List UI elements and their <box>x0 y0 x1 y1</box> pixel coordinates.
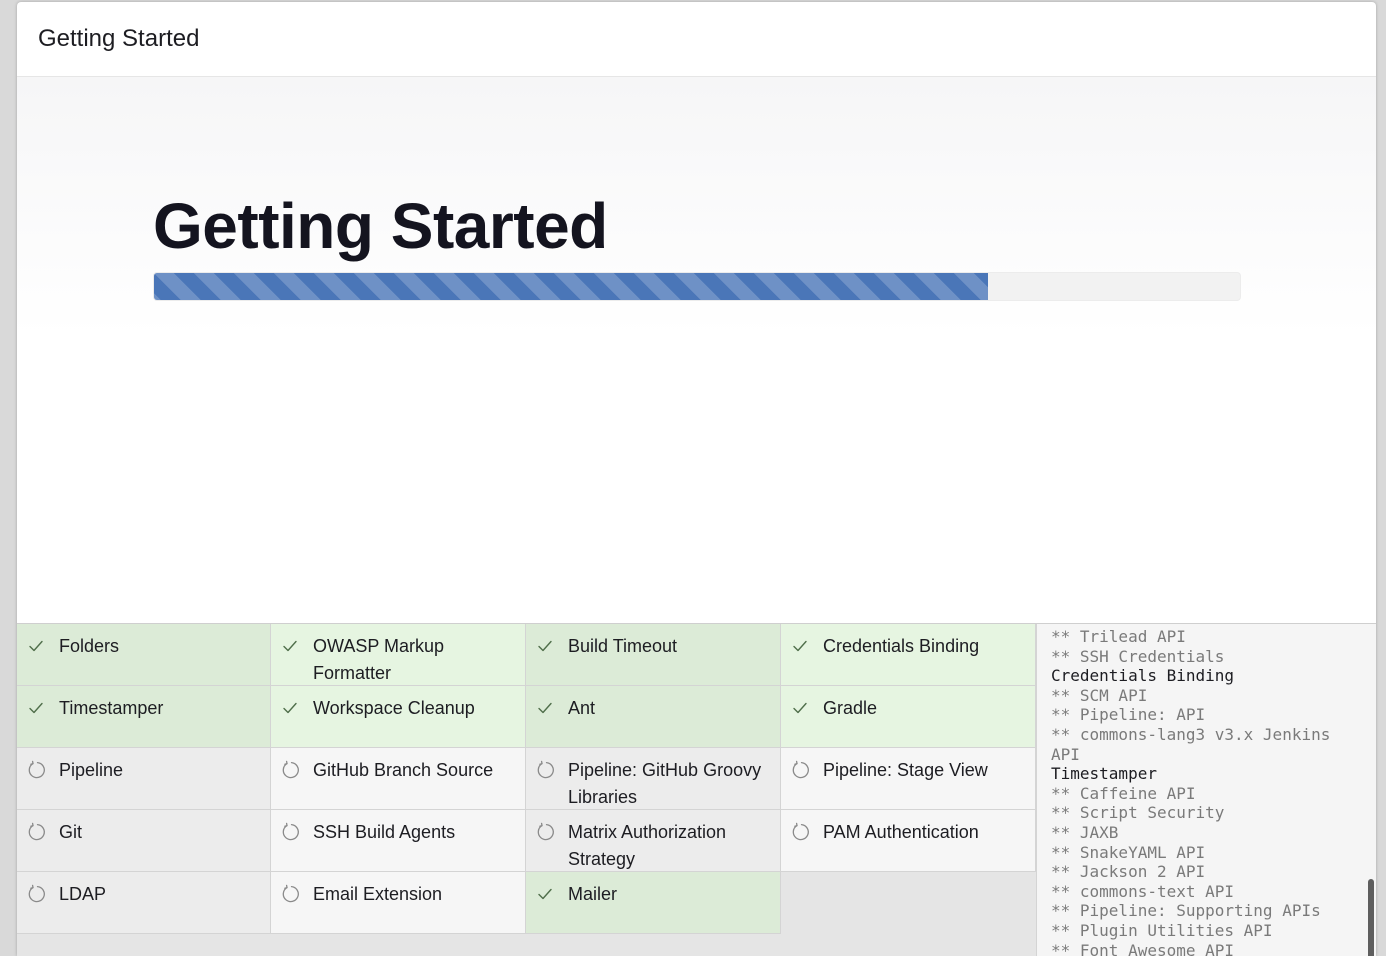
plugin-name: Folders <box>59 636 120 656</box>
install-log[interactable]: ** Trilead API ** SSH Credentials Credenti… <box>1036 624 1376 956</box>
plugin-item: Mailer <box>526 872 781 934</box>
plugin-name: LDAP <box>59 884 107 904</box>
plugin-item: Git <box>17 810 271 872</box>
plugin-name: OWASP Markup Formatter <box>313 636 445 683</box>
log-line: ** Pipeline: API <box>1051 705 1206 725</box>
log-line: ** Script Security <box>1051 803 1225 823</box>
plugin-name: GitHub Branch Source <box>313 760 494 780</box>
log-line: Credentials Binding <box>1051 666 1235 686</box>
plugin-name: Build Timeout <box>568 636 678 656</box>
refresh-icon <box>534 821 556 843</box>
refresh-icon <box>534 759 556 781</box>
check-icon <box>25 697 47 719</box>
log-line: ** SCM API <box>1051 685 1148 705</box>
plugin-name: Matrix Authorization Strategy <box>568 822 727 869</box>
hero-section: Getting Started <box>17 77 1376 623</box>
plugin-item: Gradle <box>781 686 1036 748</box>
window-header: Getting Started <box>17 2 1376 77</box>
plugin-item: OWASP Markup Formatter <box>271 624 526 686</box>
plugin-grid: Folders OWASP Markup Formatter Build Timeo… <box>17 624 1036 934</box>
refresh-icon <box>279 759 301 781</box>
plugin-name: SSH Build Agents <box>313 822 456 842</box>
check-icon <box>789 697 811 719</box>
check-icon <box>534 635 556 657</box>
refresh-icon <box>25 759 47 781</box>
plugin-name: Gradle <box>823 698 878 718</box>
plugin-item: GitHub Branch Source <box>271 748 526 810</box>
plugin-item: Pipeline: Stage View <box>781 748 1036 810</box>
plugin-name: Pipeline: GitHub Groovy Libraries <box>568 760 762 807</box>
log-line: ** Caffeine API <box>1051 783 1196 803</box>
check-icon <box>534 697 556 719</box>
plugin-item: Build Timeout <box>526 624 781 686</box>
log-line: ** SnakeYAML API <box>1051 842 1206 862</box>
plugin-item: Folders <box>17 624 271 686</box>
plugin-name: Mailer <box>568 884 618 904</box>
plugin-name: Timestamper <box>59 698 164 718</box>
install-progress <box>153 272 1241 301</box>
refresh-icon <box>279 821 301 843</box>
plugin-item: Pipeline: GitHub Groovy Libraries <box>526 748 781 810</box>
log-line: ** Plugin Utilities API <box>1051 920 1273 940</box>
check-icon <box>534 883 556 905</box>
plugin-name: Workspace Cleanup <box>313 698 475 718</box>
plugin-name: PAM Authentication <box>823 822 979 842</box>
install-progress-bar <box>154 273 989 300</box>
plugin-name: Ant <box>568 698 596 718</box>
log-line: ** Jackson 2 API <box>1051 862 1206 882</box>
refresh-icon <box>789 821 811 843</box>
plugin-item: Matrix Authorization Strategy <box>526 810 781 872</box>
log-line: ** Font Awesome API <box>1051 940 1235 956</box>
log-line: ** commons-lang3 v3.x Jenkins API <box>1051 724 1340 764</box>
window-title: Getting Started <box>38 25 200 52</box>
page-title: Getting Started <box>153 190 608 262</box>
plugin-item: Ant <box>526 686 781 748</box>
log-line: ** SSH Credentials <box>1051 646 1225 666</box>
log-line: ** commons-text API <box>1051 881 1235 901</box>
check-icon <box>279 635 301 657</box>
plugin-item: Credentials Binding <box>781 624 1036 686</box>
refresh-icon <box>25 821 47 843</box>
log-line: ** Pipeline: Supporting APIs <box>1051 901 1321 921</box>
install-panel: Folders OWASP Markup Formatter Build Timeo… <box>17 623 1376 956</box>
check-icon <box>279 697 301 719</box>
plugin-item: Email Extension <box>271 872 526 934</box>
log-line: ** JAXB <box>1051 822 1119 842</box>
setup-wizard-window: Getting Started Getting Started Folders O… <box>17 2 1376 956</box>
plugin-name: Git <box>59 822 83 842</box>
log-line: Timestamper <box>1051 764 1157 784</box>
plugin-item: PAM Authentication <box>781 810 1036 872</box>
plugin-name: Pipeline <box>59 760 124 780</box>
plugin-item: Workspace Cleanup <box>271 686 526 748</box>
plugin-name: Pipeline: Stage View <box>823 760 988 780</box>
plugin-item: LDAP <box>17 872 271 934</box>
log-scrollbar[interactable] <box>1368 879 1374 956</box>
check-icon <box>25 635 47 657</box>
refresh-icon <box>789 759 811 781</box>
plugin-item: Pipeline <box>17 748 271 810</box>
plugin-item: SSH Build Agents <box>271 810 526 872</box>
plugin-name: Email Extension <box>313 884 443 904</box>
plugin-item: Timestamper <box>17 686 271 748</box>
refresh-icon <box>279 883 301 905</box>
check-icon <box>789 635 811 657</box>
refresh-icon <box>25 883 47 905</box>
plugin-name: Credentials Binding <box>823 636 980 656</box>
log-line: ** Trilead API <box>1051 627 1186 646</box>
